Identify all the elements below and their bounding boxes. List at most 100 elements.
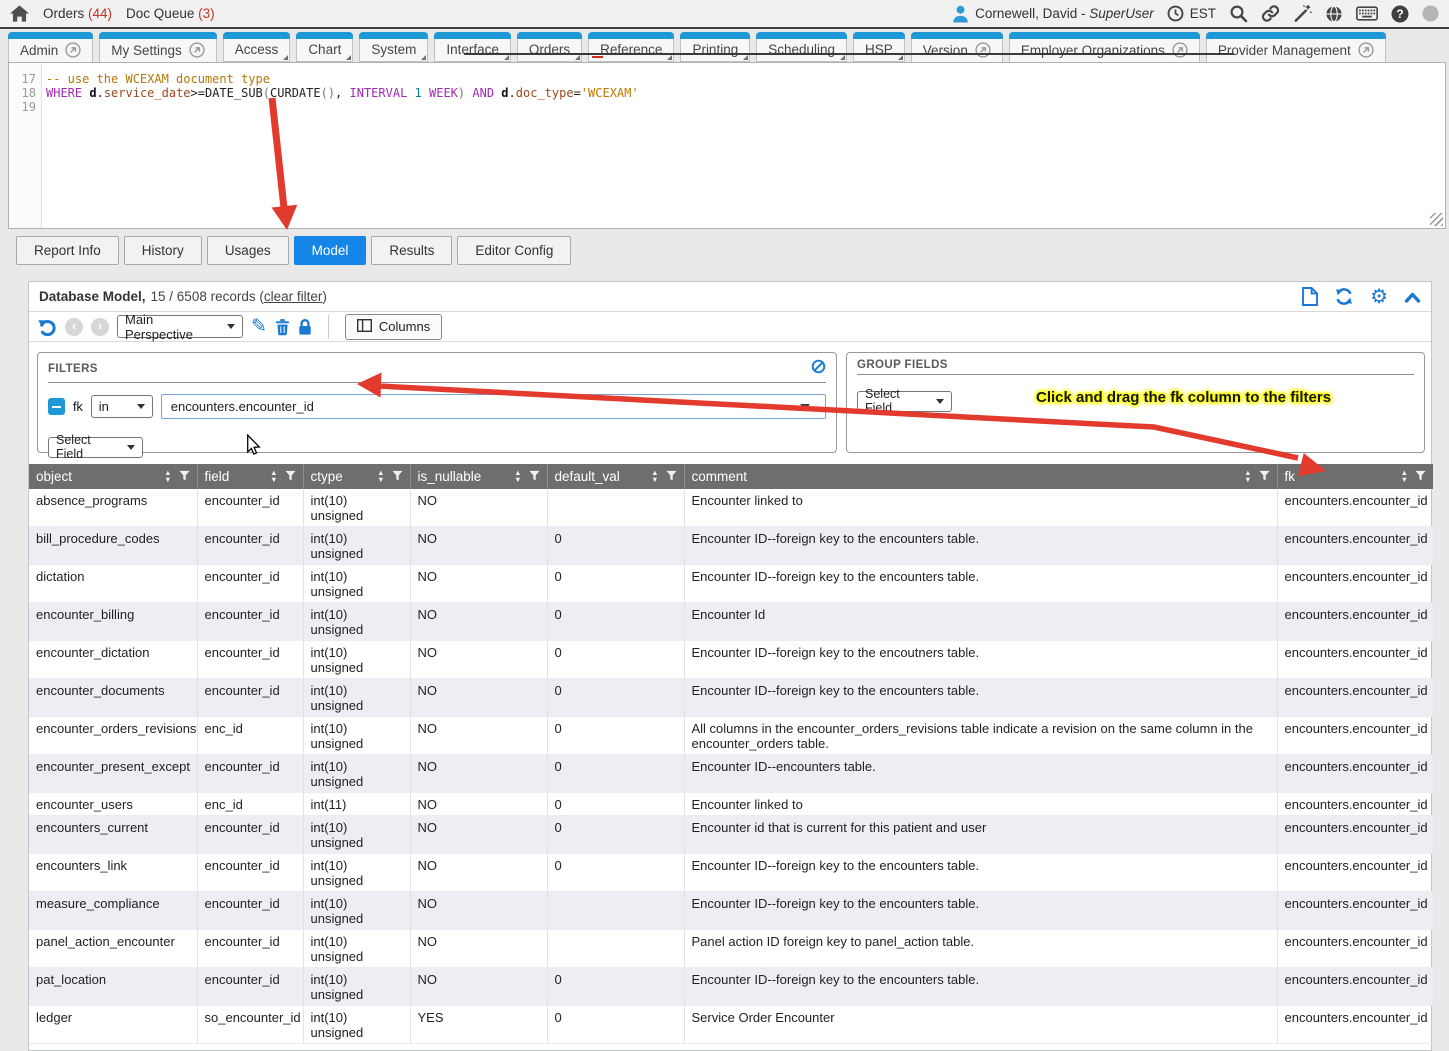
table-row[interactable]: panel_action_encounterencounter_idint(10…	[29, 930, 1433, 968]
column-header-inner: field▲▼	[205, 469, 296, 484]
open-new-window-icon[interactable]	[975, 42, 991, 58]
search-icon[interactable]	[1229, 4, 1248, 23]
filter-funnel-icon[interactable]	[666, 469, 677, 484]
sort-icon[interactable]: ▲▼	[1244, 470, 1251, 483]
open-new-window-icon[interactable]	[65, 42, 81, 58]
editor-resize-grip[interactable]	[1430, 213, 1443, 226]
table-row[interactable]: encounters_linkencounter_idint(10) unsig…	[29, 854, 1433, 892]
editor-code[interactable]: -- use the WCEXAM document typeWHERE d.s…	[42, 63, 1445, 228]
table-row[interactable]: encounter_dictationencounter_idint(10) u…	[29, 641, 1433, 679]
clear-filter-link[interactable]: clear filter	[264, 289, 323, 304]
table-row[interactable]: bill_procedure_codesencounter_idint(10) …	[29, 527, 1433, 565]
nav-tab-admin[interactable]: Admin	[8, 32, 93, 63]
sort-icon[interactable]: ▲▼	[270, 470, 277, 483]
cell-default-val	[547, 930, 684, 968]
table-row[interactable]: encounter_documentsencounter_idint(10) u…	[29, 679, 1433, 717]
globe-icon[interactable]	[1325, 5, 1343, 23]
table-row[interactable]: pat_locationencounter_idint(10) unsigned…	[29, 968, 1433, 1006]
combo-chevron-icon[interactable]	[800, 404, 810, 410]
collapse-icon[interactable]	[1404, 291, 1421, 303]
link-icon[interactable]	[1261, 4, 1280, 23]
table-row[interactable]: absence_programsencounter_idint(10) unsi…	[29, 489, 1433, 527]
table-row[interactable]: encounter_orders_revisionsenc_idint(10) …	[29, 717, 1433, 755]
result-tab-editor-config[interactable]: Editor Config	[457, 236, 571, 265]
column-header-fk[interactable]: fk▲▼	[1277, 464, 1433, 489]
lock-icon[interactable]	[298, 318, 312, 336]
sort-icon[interactable]: ▲▼	[651, 470, 658, 483]
nav-tab-scheduling[interactable]: Scheduling	[756, 32, 847, 62]
table-row[interactable]: encounter_billingencounter_idint(10) uns…	[29, 603, 1433, 641]
open-new-window-icon[interactable]	[1172, 42, 1188, 58]
nav-tab-hsp[interactable]: HSP	[853, 32, 905, 62]
nav-tab-access[interactable]: Access	[223, 32, 291, 62]
nav-tab-version[interactable]: Version	[911, 32, 1003, 63]
nav-tab-printing[interactable]: Printing	[680, 32, 750, 62]
edit-pencil-icon[interactable]: ✎	[251, 317, 267, 336]
keyboard-icon[interactable]	[1356, 6, 1378, 21]
doc-queue-link[interactable]: Doc Queue (3)	[126, 6, 215, 21]
nav-tab-body: Admin	[8, 39, 93, 63]
filter-value-input[interactable]: encounters.encounter_id	[161, 394, 826, 419]
filter-funnel-icon[interactable]	[1415, 469, 1426, 484]
sort-icon[interactable]: ▲▼	[164, 470, 171, 483]
add-filter-field-select[interactable]: Select Field	[48, 437, 143, 458]
column-header-comment[interactable]: comment▲▼	[684, 464, 1277, 489]
result-tab-history[interactable]: History	[124, 236, 202, 265]
filter-funnel-icon[interactable]	[392, 469, 403, 484]
column-header-is-nullable[interactable]: is_nullable▲▼	[410, 464, 547, 489]
cell-field: encounter_id	[197, 679, 303, 717]
filter-funnel-icon[interactable]	[1259, 469, 1270, 484]
refresh-icon[interactable]	[1334, 287, 1354, 306]
open-new-window-icon[interactable]	[189, 42, 205, 58]
current-user[interactable]: Cornewell, David - SuperUser	[952, 5, 1154, 23]
cell-fk: encounters.encounter_id	[1277, 679, 1433, 717]
result-tab-usages[interactable]: Usages	[207, 236, 289, 265]
table-row[interactable]: measure_complianceencounter_idint(10) un…	[29, 892, 1433, 930]
column-header-object[interactable]: object▲▼	[29, 464, 197, 489]
result-tab-results[interactable]: Results	[371, 236, 452, 265]
open-new-window-icon[interactable]	[1358, 42, 1374, 58]
nav-tab-my-settings[interactable]: My Settings	[99, 32, 217, 63]
add-group-field-select[interactable]: Select Field	[857, 391, 952, 412]
undo-icon[interactable]	[37, 317, 57, 337]
perspective-select[interactable]: Main Perspective	[117, 315, 243, 338]
wand-icon[interactable]	[1293, 4, 1312, 23]
sort-icon[interactable]: ▲▼	[377, 470, 384, 483]
filter-funnel-icon[interactable]	[179, 469, 190, 484]
column-header-ctype[interactable]: ctype▲▼	[303, 464, 410, 489]
result-tab-report-info[interactable]: Report Info	[16, 236, 119, 265]
forward-icon[interactable]: ›	[91, 318, 109, 336]
column-header-default-val[interactable]: default_val▲▼	[547, 464, 684, 489]
back-icon[interactable]: ‹	[65, 318, 83, 336]
nav-tab-chart[interactable]: Chart	[296, 32, 353, 62]
nav-tab-provider-management[interactable]: Provider Management	[1206, 32, 1386, 63]
sort-icon[interactable]: ▲▼	[1401, 470, 1408, 483]
filter-funnel-icon[interactable]	[285, 469, 296, 484]
help-icon[interactable]: ?	[1391, 5, 1409, 23]
columns-button[interactable]: Columns	[345, 314, 442, 340]
sql-editor[interactable]: 171819 -- use the WCEXAM document typeWH…	[8, 62, 1446, 229]
nav-tab-employer-organizations[interactable]: Employer Organizations	[1009, 32, 1200, 63]
table-row[interactable]: dictationencounter_idint(10) unsignedNO0…	[29, 565, 1433, 603]
timezone-indicator[interactable]: EST	[1167, 5, 1216, 22]
nav-tab-system[interactable]: System	[359, 32, 428, 62]
orders-queue-link[interactable]: Orders (44)	[43, 6, 112, 21]
remove-filter-icon[interactable]	[48, 398, 65, 415]
sort-icon[interactable]: ▲▼	[514, 470, 521, 483]
table-row[interactable]: ledgerso_encounter_idint(10) unsignedYES…	[29, 1006, 1433, 1044]
document-icon[interactable]	[1302, 287, 1318, 306]
trash-icon[interactable]	[275, 318, 290, 336]
column-header-field[interactable]: field▲▼	[197, 464, 303, 489]
nav-tab-interface[interactable]: Interface	[434, 32, 511, 62]
filter-operator-select[interactable]: in	[91, 395, 153, 418]
clear-filters-icon[interactable]	[811, 359, 826, 379]
gear-icon[interactable]: ⚙	[1370, 287, 1388, 307]
home-icon[interactable]	[10, 5, 29, 22]
nav-tab-orders[interactable]: Orders	[517, 32, 582, 62]
filter-funnel-icon[interactable]	[529, 469, 540, 484]
nav-tab-body: Printing	[680, 39, 750, 62]
table-row[interactable]: encounter_present_exceptencounter_idint(…	[29, 755, 1433, 793]
table-row[interactable]: encounters_currentencounter_idint(10) un…	[29, 816, 1433, 854]
result-tab-model[interactable]: Model	[294, 236, 367, 265]
table-row[interactable]: encounter_usersenc_idint(11)NO0Encounter…	[29, 793, 1433, 816]
